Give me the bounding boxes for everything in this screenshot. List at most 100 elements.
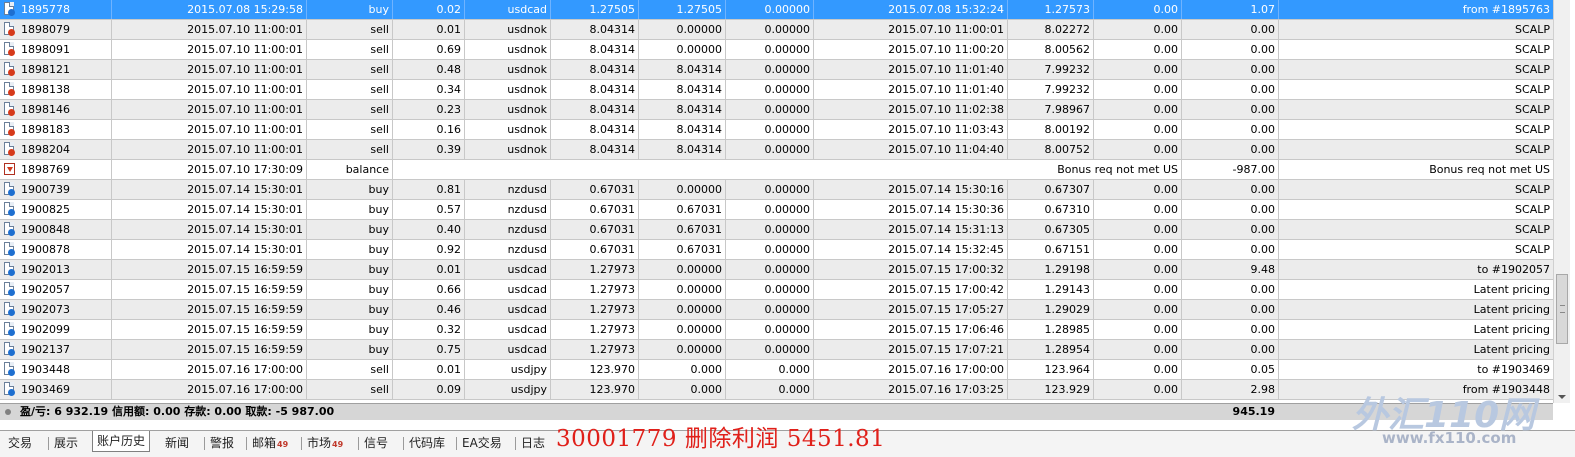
table-row[interactable]: 1898146 2015.07.10 11:00:01 sell 0.23 usdnok… [0,100,1553,120]
table-row[interactable]: 1898204 2015.07.10 11:00:01 sell 0.39 usdnok… [0,140,1553,160]
table-row[interactable]: 1898769 2015.07.10 17:30:09 balance -987.00… [0,160,1553,180]
swap-cell: 0.00 [1094,280,1182,299]
type-cell: buy [307,0,393,19]
tab-4[interactable]: 警报 [210,433,234,453]
sl-cell: 0.67031 [639,200,726,219]
tab-separator [403,437,404,450]
swap-cell: 0.00 [1094,320,1182,339]
table-row[interactable]: 1902057 2015.07.15 16:59:59 buy 0.66 usdcad 1… [0,280,1553,300]
tab-0[interactable]: 交易 [8,433,32,453]
symbol-cell: usdcad [465,300,551,319]
open-time-cell: 2015.07.14 15:30:01 [112,200,307,219]
open-time-cell: 2015.07.14 15:30:01 [112,180,307,199]
table-row[interactable]: 1902073 2015.07.15 16:59:59 buy 0.46 usdcad 1… [0,300,1553,320]
tab-3[interactable]: 新闻 [165,433,189,453]
buy-order-icon [0,180,19,199]
summary-bullet-icon [5,409,11,415]
comment-cell: SCALP [1515,83,1550,96]
profit-cell: -987.00 [1182,160,1279,179]
table-row[interactable]: 1898079 2015.07.10 11:00:01 sell 0.01 usdnok… [0,20,1553,40]
tab-label: 账户历史 [97,434,146,448]
comment-cell: Latent pricing [1473,303,1550,316]
size-cell: 0.01 [393,20,465,39]
size-cell: 0.39 [393,140,465,159]
open-time-cell: 2015.07.15 16:59:59 [112,260,307,279]
close-time-cell: 2015.07.15 17:00:32 [814,260,1008,279]
swap-cell: 0.00 [1094,220,1182,239]
vertical-scrollbar[interactable] [1553,0,1570,403]
tab-count-badge: 49 [277,440,289,449]
profit-cell: 0.00 [1182,200,1279,219]
symbol-cell: usdjpy [465,360,551,379]
tab-9[interactable]: EA交易 [462,433,502,453]
price-cell: 1.27973 [551,300,639,319]
tab-8[interactable]: 代码库 [409,433,445,453]
tab-6[interactable]: 市场49 [307,433,343,453]
table-row[interactable]: 1902137 2015.07.15 16:59:59 buy 0.75 usdcad 1… [0,340,1553,360]
swap-cell: 0.00 [1094,300,1182,319]
profit-cell: 0.00 [1182,240,1279,259]
symbol-cell: usdnok [465,140,551,159]
size-cell: 0.69 [393,40,465,59]
tab-1[interactable]: 展示 [54,433,78,453]
summary-bar: 盈/亏: 6 932.19 信用额: 0.00 存款: 0.00 取款: -5 … [0,403,1553,420]
table-row[interactable]: 1898138 2015.07.10 11:00:01 sell 0.34 usdnok… [0,80,1553,100]
open-time-cell: 2015.07.10 17:30:09 [112,160,307,179]
profit-cell: 0.00 [1182,60,1279,79]
table-row[interactable]: 1898091 2015.07.10 11:00:01 sell 0.69 usdnok… [0,40,1553,60]
tp-cell: 0.00000 [726,80,814,99]
table-row[interactable]: 1902099 2015.07.15 16:59:59 buy 0.32 usdcad 1… [0,320,1553,340]
tab-7[interactable]: 信号 [364,433,388,453]
close-price-cell: 0.67307 [1008,180,1094,199]
price-cell: 123.970 [551,380,639,399]
scrollbar-thumb[interactable] [1556,274,1568,344]
sell-order-icon [0,120,19,139]
table-row[interactable]: 1903448 2015.07.16 17:00:00 sell 0.01 usdjpy… [0,360,1553,380]
open-time-cell: 2015.07.10 11:00:01 [112,60,307,79]
table-row[interactable]: 1900848 2015.07.14 15:30:01 buy 0.40 nzdusd 0… [0,220,1553,240]
tab-2[interactable]: 账户历史 [92,431,151,452]
price-cell: 8.04314 [551,20,639,39]
type-cell: buy [307,340,393,359]
table-row[interactable]: 1898183 2015.07.10 11:00:01 sell 0.16 usdnok… [0,120,1553,140]
close-time-cell: 2015.07.15 17:05:27 [814,300,1008,319]
tab-5[interactable]: 邮箱49 [252,433,288,453]
table-row[interactable]: 1895778 2015.07.08 15:29:58 buy 0.02 usdcad 1… [0,0,1553,20]
close-price-cell: 1.28985 [1008,320,1094,339]
table-row[interactable]: 1902013 2015.07.15 16:59:59 buy 0.01 usdcad 1… [0,260,1553,280]
close-price-cell: 0.67305 [1008,220,1094,239]
tp-cell: 0.00000 [726,0,814,19]
close-price-cell: 8.02272 [1008,20,1094,39]
type-cell: buy [307,180,393,199]
symbol-cell: usdjpy [465,380,551,399]
tab-10[interactable]: 日志 [521,433,545,453]
price-cell: 0.67031 [551,220,639,239]
comment-cell: SCALP [1515,23,1550,36]
buy-order-icon [0,380,19,399]
price-cell: 1.27973 [551,340,639,359]
sl-cell: 0.67031 [639,240,726,259]
table-row[interactable]: 1900739 2015.07.14 15:30:01 buy 0.81 nzdusd 0… [0,180,1553,200]
tab-count-badge: 49 [332,440,344,449]
size-cell: 0.09 [393,380,465,399]
type-cell: buy [307,300,393,319]
close-time-cell: 2015.07.15 17:00:42 [814,280,1008,299]
type-cell: balance [307,160,393,179]
table-row[interactable]: 1898121 2015.07.10 11:00:01 sell 0.48 usdnok… [0,60,1553,80]
ticket-cell: 1898769 [19,160,112,179]
symbol-cell: usdcad [465,340,551,359]
price-cell: 8.04314 [551,80,639,99]
symbol-cell: nzdusd [465,240,551,259]
buy-order-icon [0,280,19,299]
summary-text: 盈/亏: 6 932.19 信用额: 0.00 存款: 0.00 取款: -5 … [20,405,335,418]
profit-cell: 0.00 [1182,340,1279,359]
table-row[interactable]: 1903469 2015.07.16 17:00:00 sell 0.09 usdjpy… [0,380,1553,400]
open-time-cell: 2015.07.14 15:30:01 [112,220,307,239]
swap-cell: 0.00 [1094,60,1182,79]
tp-cell: 0.00000 [726,320,814,339]
price-cell: 0.67031 [551,200,639,219]
table-row[interactable]: 1900825 2015.07.14 15:30:01 buy 0.57 nzdusd 0… [0,200,1553,220]
sl-cell: 0.00000 [639,260,726,279]
type-cell: buy [307,220,393,239]
table-row[interactable]: 1900878 2015.07.14 15:30:01 buy 0.92 nzdusd 0… [0,240,1553,260]
